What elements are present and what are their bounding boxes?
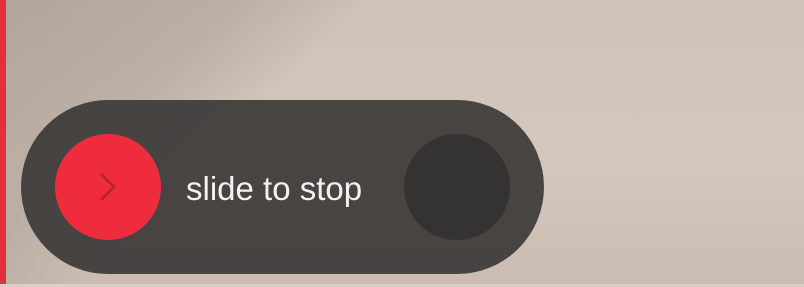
slider-label: slide to stop (186, 170, 363, 207)
red-edge-indicator (0, 0, 6, 287)
slide-to-stop-slider[interactable]: slide to stop (21, 100, 544, 274)
lock-screen-background: slide to stop (0, 0, 804, 287)
slider-knob[interactable] (55, 134, 161, 240)
slider-end-target (404, 134, 510, 240)
chevron-right-icon (100, 173, 116, 201)
